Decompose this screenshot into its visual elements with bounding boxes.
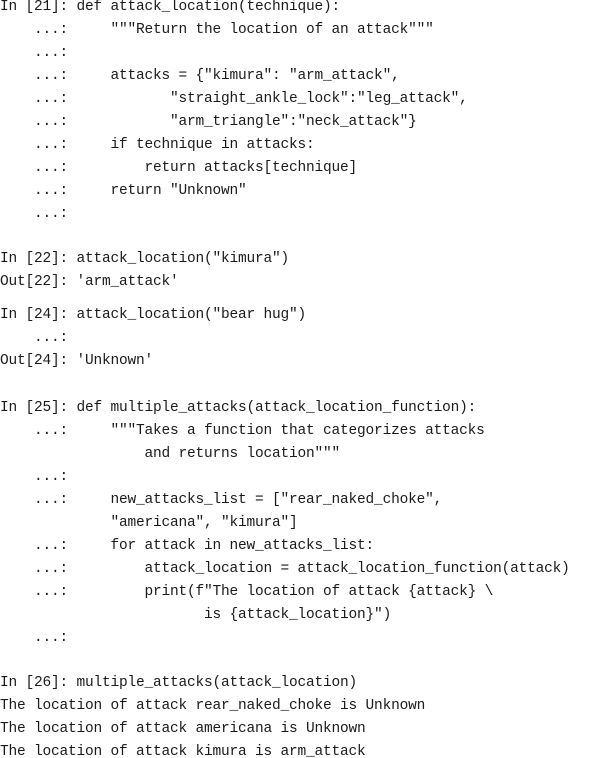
code-line: ...: "arm_triangle":"neck_attack"} [0,114,417,130]
code-line: ...: new_attacks_list = ["rear_naked_cho… [0,492,443,508]
code-line: In [22]: attack_location("kimura") [0,251,290,267]
code-line: In [26]: multiple_attacks(attack_locatio… [0,675,358,691]
code-line: ...: """Return the location of an attack… [0,22,434,38]
code-line: In [24]: attack_location("bear hug") [0,307,307,323]
code-line: ...: "straight_ankle_lock":"leg_attack", [0,91,468,107]
code-line: ...: attack_location = attack_location_f… [0,561,570,577]
ipython-console: In [21]: def attack_location(technique):… [0,0,600,758]
code-line: ...: [0,206,69,222]
output-line: Out[24]: 'Unknown' [0,353,154,369]
code-line: ...: attacks = {"kimura": "arm_attack", [0,68,400,84]
code-line: ...: """Takes a function that categorize… [0,423,485,439]
code-line: ...: [0,330,69,346]
code-line: ...: [0,45,69,61]
code-line: ...: return "Unknown" [0,183,247,199]
code-line: ...: for attack in new_attacks_list: [0,538,375,554]
output-line: The location of attack americana is Unkn… [0,721,366,737]
output-line: Out[22]: 'arm_attack' [0,274,179,290]
code-line: ...: if technique in attacks: [0,137,315,153]
output-line: The location of attack rear_naked_choke … [0,698,426,714]
code-line: is {attack_location}") [0,607,392,623]
code-line: ...: [0,469,69,485]
code-line: ...: [0,630,69,646]
code-line: and returns location""" [0,446,341,462]
code-line: ...: return attacks[technique] [0,160,358,176]
code-line: In [21]: def attack_location(technique): [0,0,341,15]
code-line: ...: print(f"The location of attack {att… [0,584,494,600]
code-line: "americana", "kimura"] [0,515,298,531]
code-line: In [25]: def multiple_attacks(attack_loc… [0,400,477,416]
output-line: The location of attack kimura is arm_att… [0,744,366,758]
